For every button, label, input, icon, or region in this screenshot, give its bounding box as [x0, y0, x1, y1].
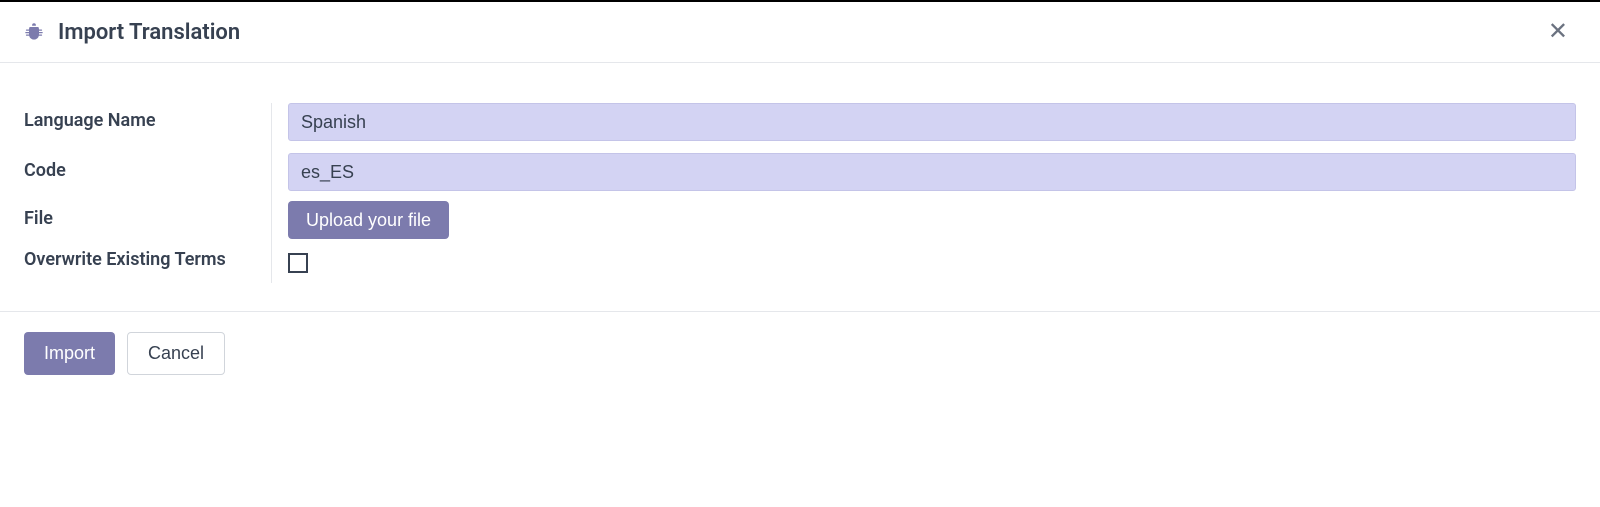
modal-footer: Import Cancel [0, 311, 1600, 399]
form-table: Language Name Code File Overwrite Existi… [24, 103, 1576, 283]
upload-file-button[interactable]: Upload your file [288, 201, 449, 239]
overwrite-checkbox[interactable] [288, 253, 308, 273]
labels-column: Language Name Code File Overwrite Existi… [24, 103, 272, 283]
modal-header: Import Translation ✕ [0, 2, 1600, 63]
language-name-input[interactable] [288, 103, 1576, 141]
code-input[interactable] [288, 153, 1576, 191]
label-code: Code [24, 160, 66, 181]
label-file: File [24, 208, 53, 229]
import-button[interactable]: Import [24, 332, 115, 375]
modal-body: Language Name Code File Overwrite Existi… [0, 63, 1600, 311]
bug-icon [24, 22, 44, 42]
close-icon[interactable]: ✕ [1540, 16, 1576, 48]
cancel-button[interactable]: Cancel [127, 332, 225, 375]
inputs-column: Upload your file [272, 103, 1576, 283]
modal-title: Import Translation [58, 20, 1540, 45]
label-overwrite: Overwrite Existing Terms [24, 245, 226, 270]
label-language-name: Language Name [24, 110, 156, 131]
